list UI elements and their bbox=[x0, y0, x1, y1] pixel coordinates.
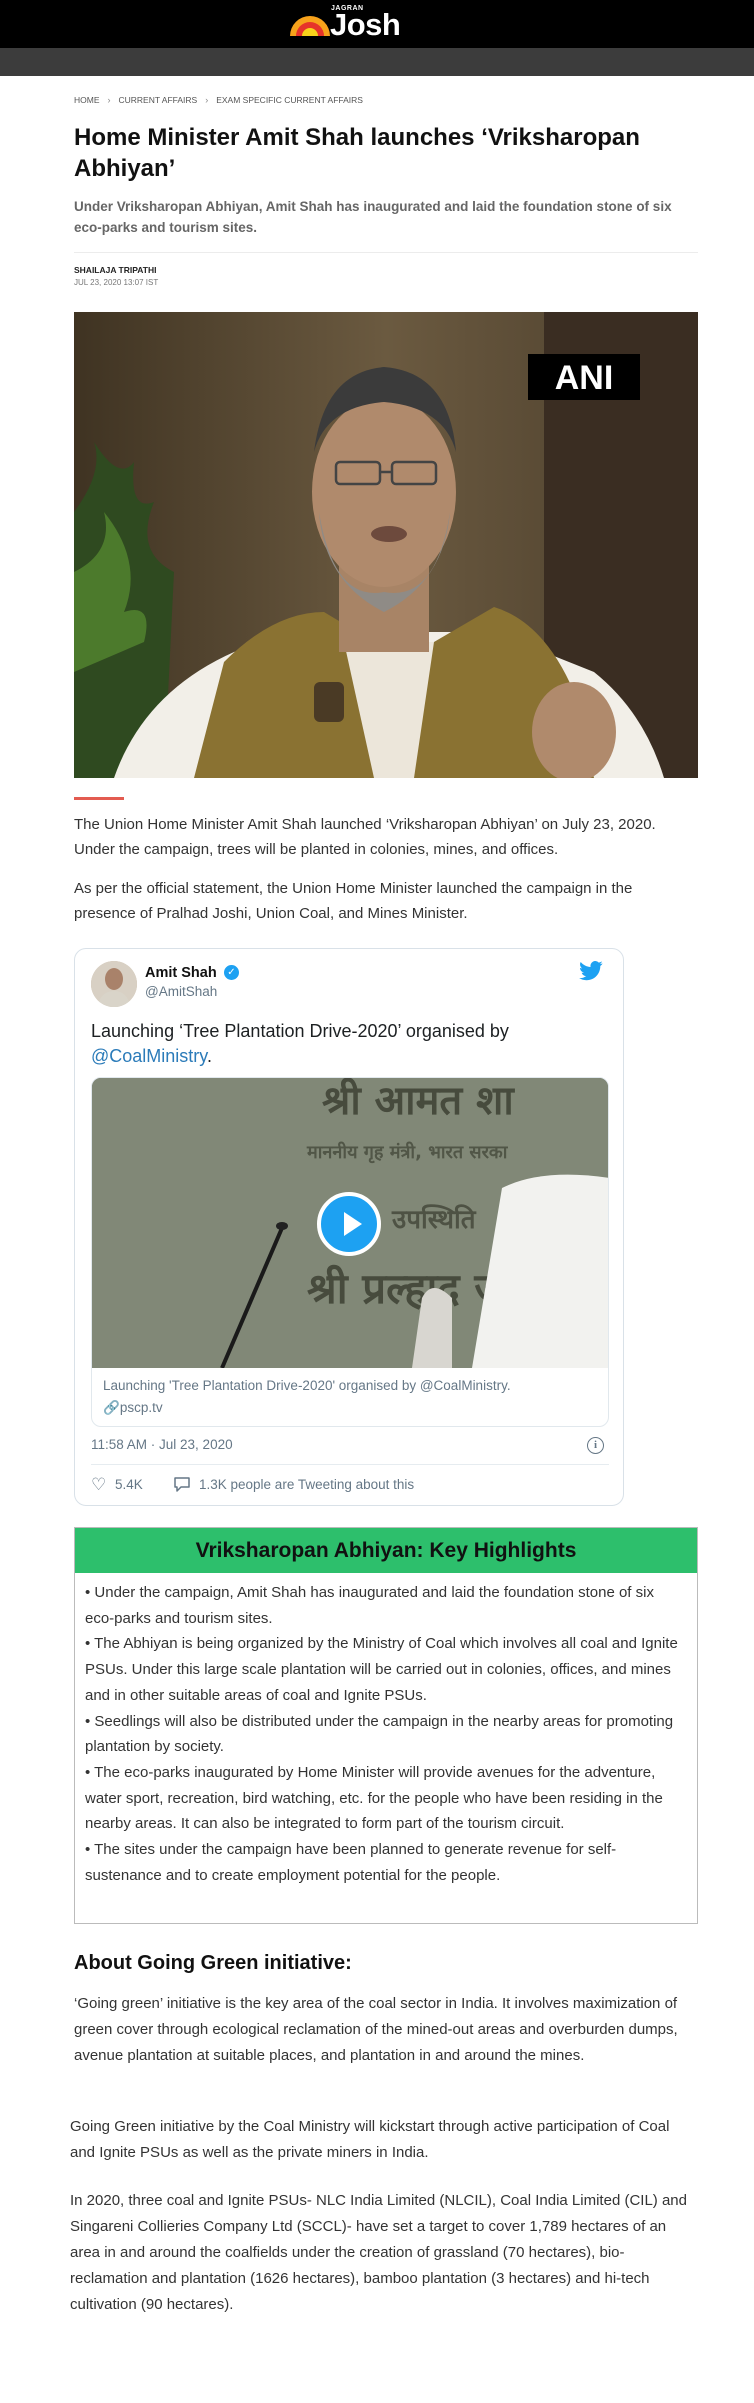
like-count[interactable]: 5.4K bbox=[115, 1477, 143, 1492]
list-item: • The eco-parks inaugurated by Home Mini… bbox=[85, 1763, 663, 1833]
site-header: JAGRAN Josh bbox=[0, 0, 754, 48]
card-link-text: pscp.tv bbox=[119, 1400, 163, 1415]
going-green-heading: About Going Green initiative: bbox=[74, 1952, 352, 1974]
tweet-timestamp[interactable]: 11:58 AM · Jul 23, 2020 bbox=[91, 1437, 233, 1452]
info-icon[interactable]: i bbox=[587, 1437, 604, 1454]
logo-josh-text: Josh bbox=[330, 7, 401, 42]
avatar[interactable] bbox=[91, 961, 137, 1007]
jagran-josh-logo[interactable]: JAGRAN Josh bbox=[288, 5, 402, 43]
breadcrumb: HOME › CURRENT AFFAIRS › EXAM SPECIFIC C… bbox=[74, 95, 363, 105]
article-paragraph-2: As per the official statement, the Union… bbox=[74, 880, 633, 922]
twitter-bird-icon[interactable] bbox=[579, 961, 603, 981]
tweet-text-end: . bbox=[206, 1046, 212, 1066]
sun-logo-icon bbox=[290, 16, 330, 36]
chevron-right-icon: › bbox=[205, 95, 209, 105]
card-link[interactable]: 🔗pscp.tv bbox=[103, 1400, 163, 1416]
tweet-mention-link[interactable]: @CoalMinistry bbox=[91, 1046, 207, 1066]
chevron-right-icon: › bbox=[107, 95, 111, 105]
hero-image: ANI bbox=[74, 312, 698, 778]
article-summary: Under Vriksharopan Abhiyan, Amit Shah ha… bbox=[74, 199, 672, 235]
going-green-paragraph-2: Going Green initiative by the Coal Minis… bbox=[70, 2118, 670, 2161]
highlights-heading: Vriksharopan Abhiyan: Key Highlights bbox=[75, 1528, 697, 1573]
list-item: • The sites under the campaign have been… bbox=[85, 1841, 617, 1884]
tweet-author-name[interactable]: Amit Shah bbox=[145, 965, 217, 981]
going-green-paragraph-1: ‘Going green’ initiative is the key area… bbox=[74, 1995, 678, 2064]
article-title: Home Minister Amit Shah launches ‘Vriksh… bbox=[74, 124, 640, 182]
divider bbox=[91, 1464, 609, 1465]
publish-date: JUL 23, 2020 13:07 IST bbox=[74, 278, 159, 287]
card-title[interactable]: Launching 'Tree Plantation Drive-2020' o… bbox=[103, 1378, 511, 1393]
divider bbox=[74, 252, 698, 253]
speech-bubble-icon[interactable] bbox=[173, 1475, 191, 1493]
tweeting-about-link[interactable]: 1.3K people are Tweeting about this bbox=[199, 1477, 414, 1492]
video-hindi-line-1: श्री आमत शा bbox=[322, 1078, 515, 1124]
video-hindi-line-3: उपस्थिति bbox=[391, 1204, 477, 1235]
going-green-paragraph-3: In 2020, three coal and Ignite PSUs- NLC… bbox=[70, 2192, 687, 2313]
breadcrumb-exam-specific[interactable]: EXAM SPECIFIC CURRENT AFFAIRS bbox=[216, 95, 363, 105]
tweet-media-card[interactable]: श्री आमत शा माननीय गृह मंत्री, भारत सरका… bbox=[91, 1077, 609, 1427]
video-hindi-line-4: श्री प्रल्हाद ज bbox=[307, 1264, 507, 1313]
highlights-list: • Under the campaign, Amit Shah has inau… bbox=[85, 1580, 683, 1888]
key-highlights-box: Vriksharopan Abhiyan: Key Highlights • U… bbox=[74, 1527, 698, 1924]
accent-line bbox=[74, 797, 124, 800]
tweet-text: Launching ‘Tree Plantation Drive-2020’ o… bbox=[91, 1019, 601, 1069]
heart-icon[interactable]: ♡ bbox=[91, 1476, 106, 1494]
list-item: • Seedlings will also be distributed und… bbox=[85, 1712, 674, 1756]
list-item: • The Abhiyan is being organized by the … bbox=[85, 1635, 678, 1704]
video-thumbnail[interactable]: श्री आमत शा माननीय गृह मंत्री, भारत सरका… bbox=[92, 1078, 608, 1368]
tweet-text-main: Launching ‘Tree Plantation Drive-2020’ o… bbox=[91, 1021, 509, 1041]
embedded-tweet[interactable]: Amit Shah ✓ @AmitShah Launching ‘Tree Pl… bbox=[74, 948, 624, 1506]
video-hindi-line-2: माननीय गृह मंत्री, भारत सरका bbox=[306, 1141, 509, 1164]
verified-badge-icon: ✓ bbox=[224, 965, 239, 980]
article-paragraph-1: The Union Home Minister Amit Shah launch… bbox=[74, 816, 656, 858]
tweet-author-handle[interactable]: @AmitShah bbox=[145, 984, 217, 999]
nav-bar bbox=[0, 48, 754, 76]
breadcrumb-current-affairs[interactable]: CURRENT AFFAIRS bbox=[119, 95, 198, 105]
list-item: • Under the campaign, Amit Shah has inau… bbox=[85, 1584, 654, 1627]
play-icon[interactable] bbox=[317, 1192, 381, 1256]
author-name[interactable]: SHAILAJA TRIPATHI bbox=[74, 265, 156, 275]
link-icon: 🔗 bbox=[103, 1400, 120, 1415]
ani-watermark: ANI bbox=[555, 359, 614, 397]
breadcrumb-home[interactable]: HOME bbox=[74, 95, 100, 105]
